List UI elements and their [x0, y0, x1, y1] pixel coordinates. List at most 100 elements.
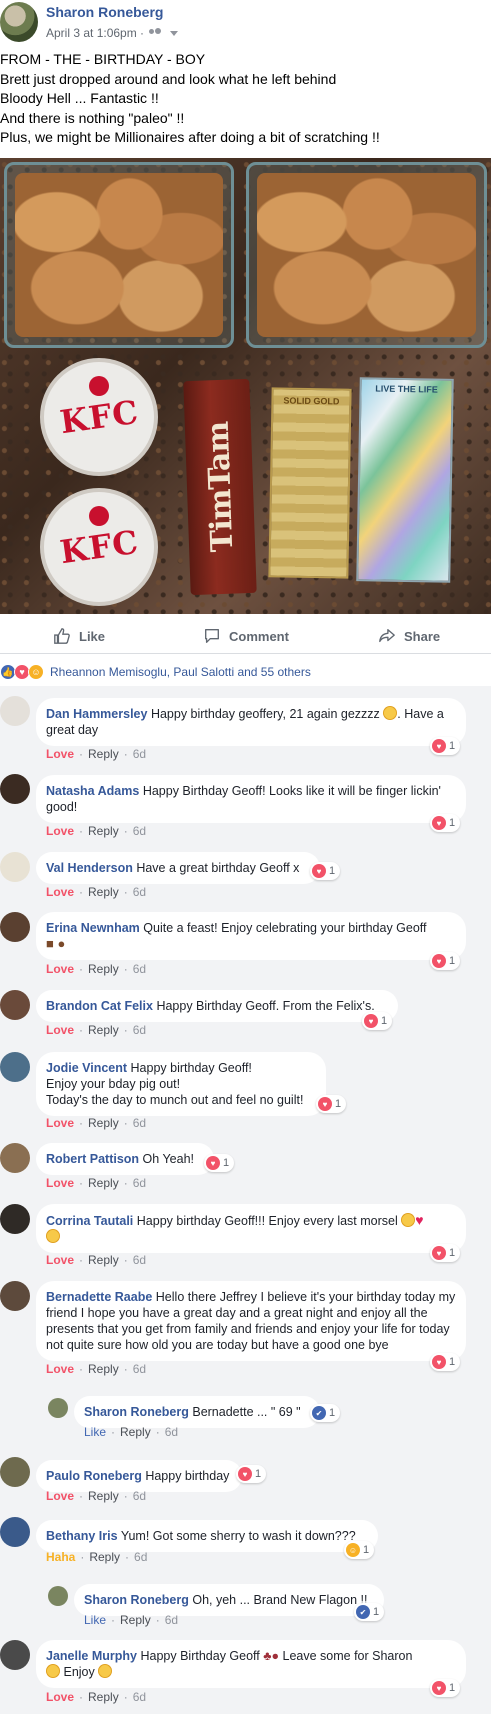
reaction-label[interactable]: Love — [46, 885, 74, 899]
comment-button[interactable]: Comment — [203, 627, 289, 645]
reply-link[interactable]: Reply — [88, 1489, 119, 1503]
comment-author[interactable]: Robert Pattison — [46, 1152, 139, 1166]
comment-time[interactable]: 6d — [133, 1489, 146, 1503]
comment-author[interactable]: Bernadette Raabe — [46, 1290, 152, 1304]
reply-link[interactable]: Reply — [120, 1613, 151, 1627]
comment-author[interactable]: Dan Hammersley — [46, 707, 147, 721]
avatar[interactable] — [0, 1143, 30, 1173]
comment-time[interactable]: 6d — [133, 1253, 146, 1267]
chicken-tray-left — [4, 162, 234, 348]
reaction-label[interactable]: Love — [46, 1489, 74, 1503]
comment-time[interactable]: 6d — [133, 1690, 146, 1704]
comment-time[interactable]: 6d — [133, 1116, 146, 1130]
reaction-count-badge[interactable]: ☺ 1 — [344, 1541, 375, 1559]
avatar[interactable] — [0, 1457, 30, 1487]
reply-link[interactable]: Reply — [89, 1550, 120, 1564]
comment-text: Happy birthday Geoff!!! Enjoy every last… — [136, 1214, 398, 1228]
reaction-count-badge[interactable]: ✔ 1 — [354, 1603, 385, 1621]
comment-author[interactable]: Sharon Roneberg — [84, 1593, 189, 1607]
reaction-label[interactable]: Haha — [46, 1550, 75, 1564]
avatar[interactable] — [0, 1052, 30, 1082]
reply-link[interactable]: Reply — [88, 962, 119, 976]
reply-link[interactable]: Reply — [88, 1253, 119, 1267]
reply-link[interactable]: Reply — [88, 747, 119, 761]
avatar[interactable] — [0, 990, 30, 1020]
reaction-label[interactable]: Love — [46, 747, 74, 761]
reaction-count-badge[interactable]: ♥ 1 — [430, 1679, 461, 1697]
comment-author[interactable]: Natasha Adams — [46, 784, 139, 798]
reaction-label[interactable]: Love — [46, 1253, 74, 1267]
reaction-label[interactable]: Love — [46, 824, 74, 838]
comment-time[interactable]: 6d — [133, 824, 146, 838]
comment-author[interactable]: Paulo Roneberg — [46, 1469, 142, 1483]
grin-emoji-icon — [46, 1664, 60, 1678]
avatar[interactable] — [0, 774, 30, 804]
author-avatar[interactable] — [0, 2, 38, 42]
like-link[interactable]: Like — [84, 1425, 106, 1439]
friends-audience-icon[interactable] — [148, 28, 164, 38]
like-button[interactable]: Like — [53, 627, 105, 645]
avatar[interactable] — [0, 852, 30, 882]
avatar[interactable] — [48, 1586, 68, 1606]
reply-link[interactable]: Reply — [88, 1176, 119, 1190]
reply-link[interactable]: Reply — [88, 1023, 119, 1037]
reply-link[interactable]: Reply — [88, 1690, 119, 1704]
comment-author[interactable]: Corrina Tautali — [46, 1214, 133, 1228]
reaction-label[interactable]: Love — [46, 1690, 74, 1704]
avatar[interactable] — [0, 1517, 30, 1547]
comment-time[interactable]: 6d — [133, 1362, 146, 1376]
comment-time[interactable]: 6d — [133, 1176, 146, 1190]
avatar[interactable] — [0, 1640, 30, 1670]
reaction-label[interactable]: Love — [46, 1176, 74, 1190]
reactions-summary[interactable]: 👍 ♥ ☺ Rheannon Memisoglu, Paul Salotti a… — [0, 662, 311, 682]
comment-author[interactable]: Janelle Murphy — [46, 1649, 137, 1663]
reaction-count-badge[interactable]: ♥ 1 — [430, 1244, 461, 1262]
comment-time[interactable]: 6d — [133, 962, 146, 976]
post-photo[interactable]: KFC KFC TimTam SOLID GOLD LIVE THE LIFE — [0, 158, 491, 614]
reactors-names[interactable]: Rheannon Memisoglu, Paul Salotti and 55 … — [50, 665, 311, 679]
avatar[interactable] — [0, 696, 30, 726]
reply-link[interactable]: Reply — [88, 824, 119, 838]
reply-link[interactable]: Reply — [88, 1362, 119, 1376]
avatar[interactable] — [48, 1398, 68, 1418]
reaction-label[interactable]: Love — [46, 1023, 74, 1037]
comment-author[interactable]: Brandon Cat Felix — [46, 999, 153, 1013]
avatar[interactable] — [0, 1204, 30, 1234]
comment-bubble: Sharon Roneberg Oh, yeh ... Brand New Fl… — [74, 1584, 384, 1616]
comment-time[interactable]: 6d — [134, 1550, 147, 1564]
reply-link[interactable]: Reply — [120, 1425, 151, 1439]
author-name[interactable]: Sharon Roneberg — [46, 4, 163, 20]
avatar[interactable] — [0, 912, 30, 942]
reaction-label[interactable]: Love — [46, 1116, 74, 1130]
reaction-count-badge[interactable]: ♥ 1 — [204, 1154, 235, 1172]
avatar[interactable] — [0, 1281, 30, 1311]
reaction-count-badge[interactable]: ✔ 1 — [310, 1404, 341, 1422]
comment-author[interactable]: Val Henderson — [46, 861, 133, 875]
reaction-count-badge[interactable]: ♥ 1 — [362, 1012, 393, 1030]
reply-link[interactable]: Reply — [88, 885, 119, 899]
reaction-count-badge[interactable]: ♥ 1 — [430, 737, 461, 755]
reaction-count-badge[interactable]: ♥ 1 — [236, 1465, 267, 1483]
comment-time[interactable]: 6d — [133, 1023, 146, 1037]
reply-link[interactable]: Reply — [88, 1116, 119, 1130]
reaction-count-badge[interactable]: ♥ 1 — [430, 1353, 461, 1371]
reaction-count-badge[interactable]: ♥ 1 — [430, 814, 461, 832]
chevron-down-icon[interactable] — [170, 30, 179, 36]
share-button[interactable]: Share — [378, 627, 440, 645]
comment-actions: Love · Reply · 6d — [46, 1116, 147, 1130]
reaction-count-badge[interactable]: ♥ 1 — [316, 1095, 347, 1113]
reaction-label[interactable]: Love — [46, 962, 74, 976]
reaction-count-badge[interactable]: ♥ 1 — [430, 952, 461, 970]
comment-time[interactable]: 6d — [133, 885, 146, 899]
comment-author[interactable]: Sharon Roneberg — [84, 1405, 189, 1419]
reaction-count-badge[interactable]: ♥ 1 — [310, 862, 341, 880]
like-link[interactable]: Like — [84, 1613, 106, 1627]
comment-author[interactable]: Bethany Iris — [46, 1529, 118, 1543]
reaction-label[interactable]: Love — [46, 1362, 74, 1376]
comment-time[interactable]: 6d — [165, 1613, 178, 1627]
comment-time[interactable]: 6d — [165, 1425, 178, 1439]
comment-time[interactable]: 6d — [133, 747, 146, 761]
post-date[interactable]: April 3 at 1:06pm · — [46, 26, 144, 40]
comment-author[interactable]: Jodie Vincent — [46, 1061, 127, 1075]
comment-author[interactable]: Erina Newnham — [46, 921, 140, 935]
